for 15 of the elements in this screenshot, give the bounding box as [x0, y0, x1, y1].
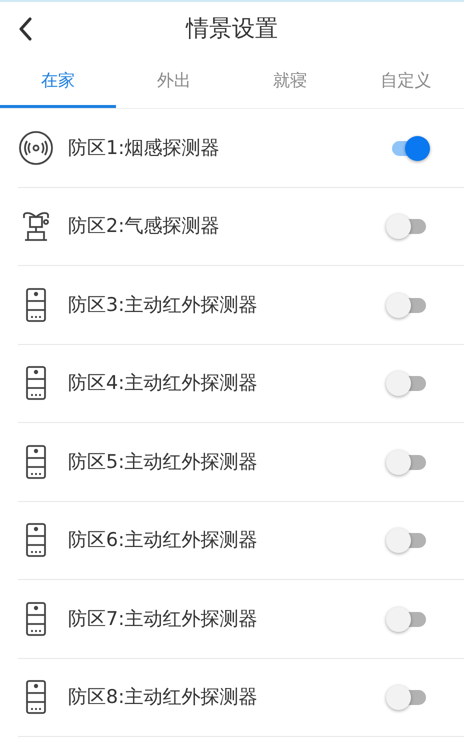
back-icon[interactable] — [18, 17, 32, 41]
tab[interactable]: 就寝 — [232, 55, 348, 108]
zone-name: 防区1:烟感探测器 — [68, 136, 220, 161]
zone-name: 防区2:气感探测器 — [68, 214, 220, 240]
zone-name: 防区8:主动红外探测器 — [68, 685, 258, 710]
tab[interactable]: 自定义 — [348, 55, 464, 108]
tab[interactable]: 外出 — [116, 55, 232, 108]
zone-name: 防区4:主动红外探测器 — [68, 371, 258, 396]
zone-name: 防区3:主动红外探测器 — [68, 292, 258, 318]
tab[interactable]: 在家 — [0, 55, 116, 108]
zone-name: 防区7:主动红外探测器 — [68, 606, 258, 632]
page-title: 情景设置 — [186, 15, 278, 44]
zone-name: 防区5:主动红外探测器 — [68, 450, 258, 475]
zone-name: 防区6:主动红外探测器 — [68, 528, 258, 554]
smoke-detector-icon — [18, 130, 54, 166]
